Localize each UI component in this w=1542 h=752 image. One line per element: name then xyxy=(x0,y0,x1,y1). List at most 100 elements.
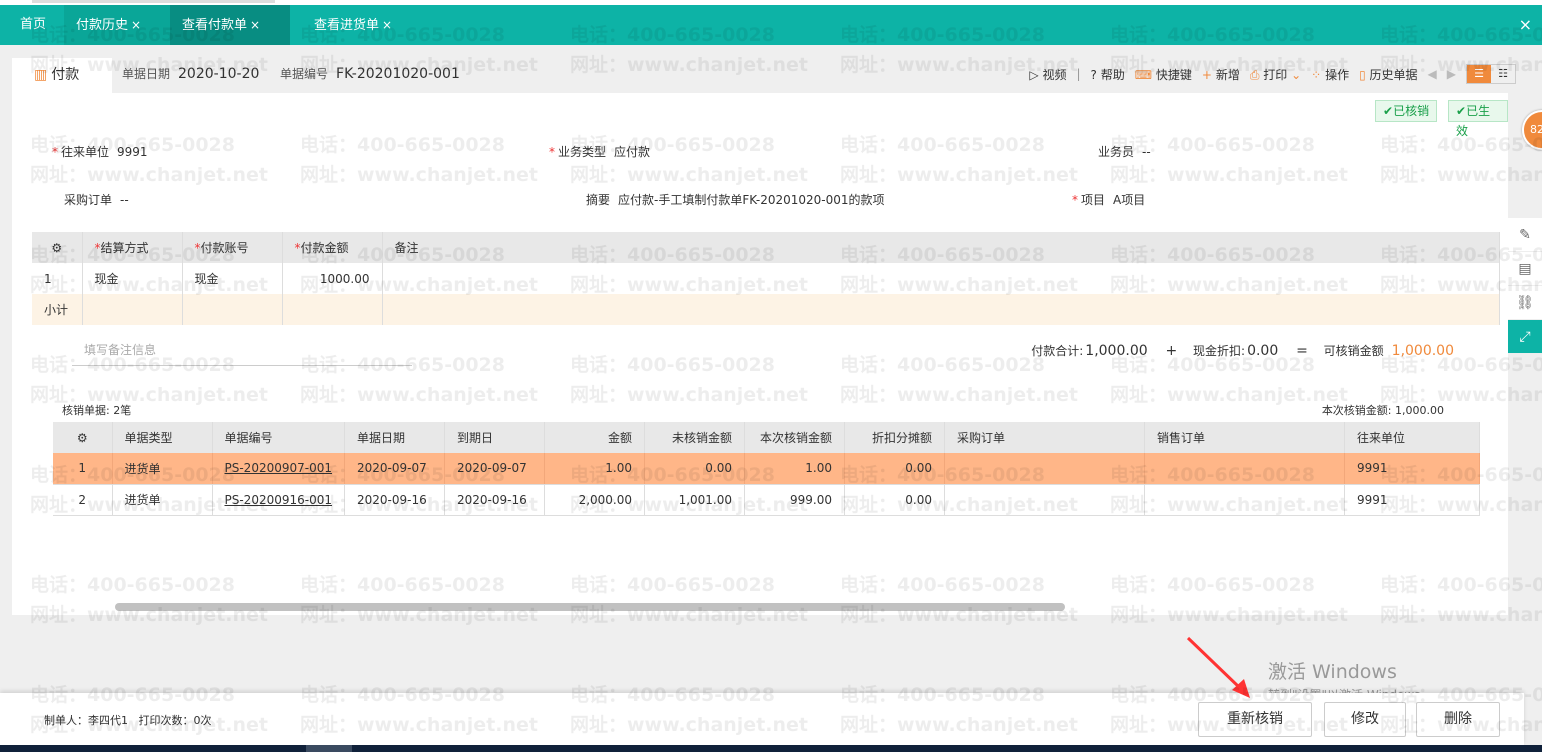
tab-label: 付款历史 xyxy=(76,18,128,33)
table-header: ⚙ *结算方式 *付款账号 *付款金额 备注 xyxy=(32,232,1500,263)
settings-icon[interactable]: ⚙ xyxy=(32,232,82,263)
doc-link[interactable]: PS-20200907-001 xyxy=(225,461,333,475)
expand-icon[interactable]: ⤢ xyxy=(1508,320,1542,354)
prev-icon[interactable]: ◀ xyxy=(1428,67,1437,81)
tab-bar: 首页 付款历史× 查看付款单× 查看进货单× xyxy=(0,5,1542,45)
next-icon[interactable]: ▶ xyxy=(1447,67,1456,81)
payment-table: ⚙ *结算方式 *付款账号 *付款金额 备注 1 现金 现金 1000.00 小… xyxy=(32,232,1500,325)
cell-po xyxy=(945,484,1145,515)
delete-button[interactable]: 删除 xyxy=(1416,702,1500,737)
close-icon[interactable]: × xyxy=(250,18,260,32)
label: 结算方式 xyxy=(101,241,149,255)
label: 打印 xyxy=(1263,68,1287,82)
doc-link[interactable]: PS-20200916-001 xyxy=(225,493,333,507)
cell-unverified: 1,001.00 xyxy=(645,484,745,515)
label: 已核销 xyxy=(1393,104,1429,118)
cell-method[interactable]: 现金 xyxy=(82,263,182,294)
printer-icon: ⎙ xyxy=(1250,68,1260,82)
cell xyxy=(282,294,382,325)
status-badge-effective: ✔已生效 xyxy=(1448,100,1508,122)
view-toggle: ☰☷ xyxy=(1466,64,1516,84)
cell-so xyxy=(1145,453,1345,484)
cell-amount[interactable]: 1000.00 xyxy=(282,263,382,294)
table-row[interactable]: 1 现金 现金 1000.00 xyxy=(32,263,1500,294)
tab-payment-history[interactable]: 付款历史× xyxy=(64,5,170,45)
tab-home[interactable]: 首页 xyxy=(0,5,64,45)
status-badge-verified: ✔已核销 xyxy=(1375,100,1437,122)
cell-partner: 9991 xyxy=(1345,484,1480,515)
operations-button[interactable]: ⁘ 操作 xyxy=(1311,66,1349,83)
doc-date: 单据日期2020-10-20 xyxy=(122,58,259,90)
col-partner: 往来单位 xyxy=(1345,422,1480,453)
table-row[interactable]: 2 进货单 PS-20200916-001 2020-09-16 2020-09… xyxy=(53,484,1480,515)
value: FK-20201020-001 xyxy=(336,66,460,82)
label: 帮助 xyxy=(1101,68,1125,82)
doc-type-tab[interactable]: ▥付款 xyxy=(12,58,112,93)
table-row[interactable]: 1 进货单 PS-20200907-001 2020-09-07 2020-09… xyxy=(53,453,1480,484)
cell-no: PS-20200907-001 xyxy=(212,453,345,484)
close-all-icon[interactable]: × xyxy=(1519,5,1532,45)
col-no: 单据编号 xyxy=(212,422,345,453)
doc-number: 单据编号FK-20201020-001 xyxy=(280,58,460,90)
close-icon[interactable]: × xyxy=(131,18,141,32)
label: 采购订单 xyxy=(64,193,112,207)
detail-view-icon[interactable]: ☷ xyxy=(1491,65,1515,83)
close-icon[interactable]: × xyxy=(382,18,392,32)
horizontal-scrollbar[interactable] xyxy=(115,603,1065,611)
label: 可核销金额 xyxy=(1324,344,1384,358)
cell-note[interactable] xyxy=(382,263,1500,294)
notes-icon[interactable]: ✎ xyxy=(1508,218,1542,252)
subtotal-row: 小计 xyxy=(32,294,1500,325)
video-button[interactable]: ▷ 视频 xyxy=(1029,66,1066,83)
label: 备注 xyxy=(395,241,419,255)
label: 历史单据 xyxy=(1370,68,1418,82)
shortcut-button[interactable]: ⌨ 快捷键 xyxy=(1135,66,1192,83)
required-mark: * xyxy=(52,145,58,159)
cell-account[interactable]: 现金 xyxy=(182,263,282,294)
col-this: 本次核销金额 xyxy=(745,422,845,453)
tab-view-purchase[interactable]: 查看进货单× xyxy=(290,5,410,45)
history-button[interactable]: ▯ 历史单据 xyxy=(1359,66,1417,83)
label: 操作 xyxy=(1325,68,1349,82)
cell-date: 2020-09-16 xyxy=(345,484,445,515)
maker: 制单人：李四代1 xyxy=(44,714,128,727)
table-header: ⚙ 单据类型 单据编号 单据日期 到期日 金额 未核销金额 本次核销金额 折扣分… xyxy=(53,422,1480,453)
chevron-down-icon[interactable]: ⌄ xyxy=(1291,68,1301,82)
remark-input[interactable]: 填写备注信息 xyxy=(72,341,412,366)
cell-type: 进货单 xyxy=(112,484,212,515)
cell-this[interactable]: 999.00 xyxy=(745,484,845,515)
toolbar: ▷ 视频 | ? 帮助 ⌨ 快捷键 + 新增 ⎙ 打印 ⌄ ⁘ 操作 ▯ 历史单… xyxy=(1029,58,1516,90)
biztype-field: *业务类型应付款 xyxy=(549,143,650,160)
play-icon: ▷ xyxy=(1029,68,1038,82)
help-button[interactable]: ? 帮助 xyxy=(1091,66,1125,83)
cell-this[interactable]: 1.00 xyxy=(745,453,845,484)
col-po: 采购订单 xyxy=(945,422,1145,453)
print-button[interactable]: ⎙ 打印 ⌄ xyxy=(1250,66,1301,83)
value: -- xyxy=(120,193,129,207)
col-type: 单据类型 xyxy=(112,422,212,453)
edit-button[interactable]: 修改 xyxy=(1324,702,1406,737)
settings-icon[interactable]: ⚙ xyxy=(53,422,112,453)
label: 业务员 xyxy=(1098,145,1134,159)
col-account: *付款账号 xyxy=(182,232,282,263)
tab-view-payment[interactable]: 查看付款单× xyxy=(170,5,290,45)
salesman-field: 业务员-- xyxy=(1098,143,1151,160)
footer-info: 制单人：李四代1 打印次数：0次 xyxy=(44,712,212,728)
cell-so xyxy=(1145,484,1345,515)
col-so: 销售订单 xyxy=(1145,422,1345,453)
value: 2020-10-20 xyxy=(178,66,259,82)
notification-orb[interactable]: 82 xyxy=(1522,110,1542,150)
value: 应付款-手工填制付款单FK-20201020-001的款项 xyxy=(618,193,885,207)
label: 快捷键 xyxy=(1156,68,1192,82)
reverify-button[interactable]: 重新核销 xyxy=(1198,702,1312,737)
po-field: 采购订单 -- xyxy=(64,191,129,208)
check-icon: ✔ xyxy=(1456,104,1466,118)
link-icon[interactable]: ⛓ xyxy=(1508,286,1542,320)
print-preview-icon[interactable]: ▤ xyxy=(1508,252,1542,286)
add-button[interactable]: + 新增 xyxy=(1202,66,1240,83)
cell-amount: 1.00 xyxy=(545,453,645,484)
row-index: 1 xyxy=(32,263,82,294)
list-view-icon[interactable]: ☰ xyxy=(1467,65,1491,83)
divider: | xyxy=(1076,67,1080,81)
cell-type: 进货单 xyxy=(112,453,212,484)
